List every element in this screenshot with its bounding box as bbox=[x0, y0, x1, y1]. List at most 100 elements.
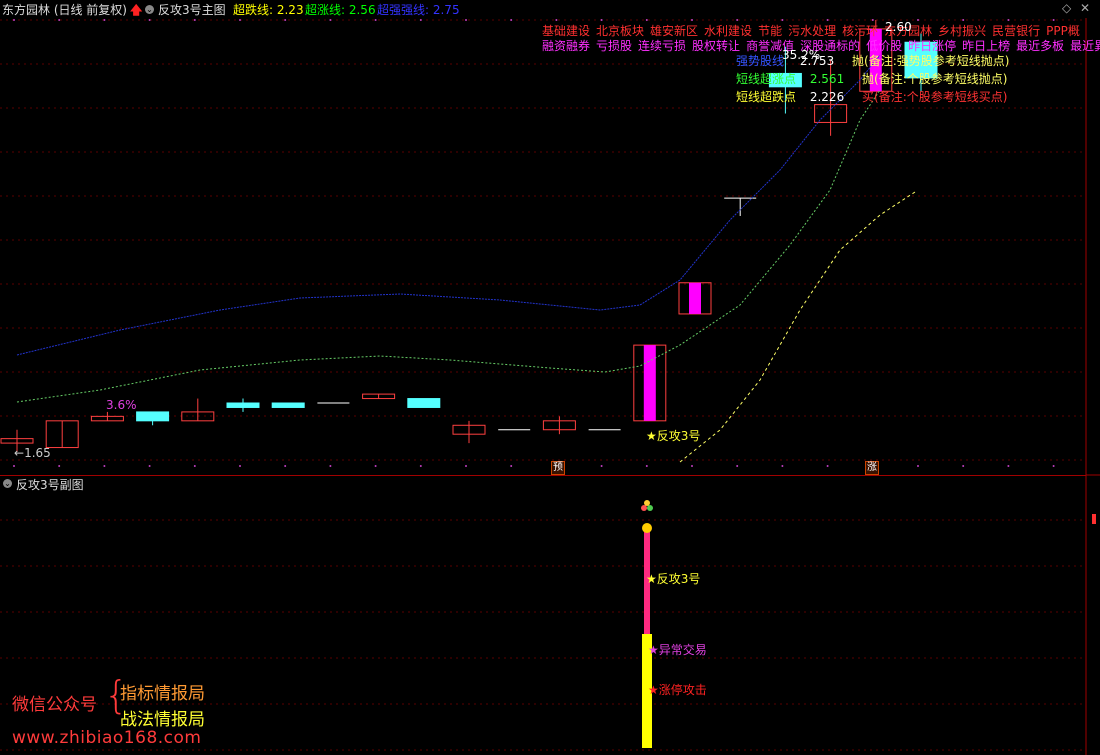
sub-panel-title[interactable]: 反攻3号副图 bbox=[16, 476, 84, 493]
top-dot bbox=[871, 19, 874, 21]
bottom-dot bbox=[826, 465, 829, 467]
watermark-wechat: 微信公众号 bbox=[12, 695, 97, 715]
candle-body bbox=[136, 411, 170, 422]
candle-body bbox=[407, 398, 441, 408]
top-dot bbox=[13, 19, 15, 21]
top-dot bbox=[148, 19, 151, 21]
pin-zhang-marker[interactable]: 涨 bbox=[865, 461, 879, 475]
candle-highlight bbox=[643, 345, 656, 421]
top-dot bbox=[600, 19, 603, 21]
sub-chevron-icon[interactable]: ⌄ bbox=[3, 476, 12, 490]
top-dot bbox=[917, 19, 919, 21]
concept-tag[interactable]: 基础建设 bbox=[542, 24, 590, 38]
ma-yellow-line bbox=[679, 191, 916, 463]
bottom-dot bbox=[239, 465, 241, 467]
top-dot bbox=[691, 19, 693, 21]
watermark-line-2: 战法情报局 bbox=[120, 710, 205, 730]
concept-tag[interactable]: 低价股 bbox=[866, 39, 902, 53]
bottom-dot bbox=[58, 465, 61, 467]
legend-label: 短线超涨点 bbox=[736, 72, 797, 86]
pct-label-low: 3.6% bbox=[106, 398, 137, 412]
concept-tag[interactable]: PPP概 bbox=[1046, 24, 1080, 38]
panel-divider bbox=[0, 475, 1086, 476]
bottom-dot bbox=[691, 465, 693, 467]
concept-tag[interactable]: 昨日涨停 bbox=[908, 39, 956, 53]
top-dot bbox=[510, 19, 513, 21]
concept-tag[interactable]: 昨日上榜 bbox=[962, 39, 1010, 53]
coin-icon bbox=[642, 523, 652, 533]
bottom-dot bbox=[374, 465, 377, 467]
pin-yu-marker[interactable]: 预 bbox=[551, 461, 565, 475]
bottom-dot bbox=[1007, 465, 1010, 467]
sub-signal-1: ★反攻3号 bbox=[646, 572, 701, 586]
legend-value: 2.226 bbox=[809, 90, 845, 104]
sub-signal-3: ★涨停攻击 bbox=[648, 683, 707, 697]
top-dot bbox=[193, 19, 196, 21]
concept-tag[interactable]: 污水处理 bbox=[788, 24, 836, 38]
price-low-label: ←1.65 bbox=[14, 446, 51, 460]
bottom-dot bbox=[103, 465, 106, 467]
cluster-icon bbox=[641, 505, 647, 511]
top-dot bbox=[419, 19, 422, 21]
top-dot bbox=[736, 19, 739, 21]
concept-tag[interactable]: 节能 bbox=[758, 24, 782, 38]
candle-highlight bbox=[689, 282, 701, 314]
bottom-dot bbox=[419, 465, 422, 467]
concept-tag[interactable]: 北京板块 bbox=[596, 24, 644, 38]
bottom-dot bbox=[148, 465, 151, 467]
main-chart[interactable] bbox=[0, 0, 1100, 755]
watermark-url: www.zhibiao168.com bbox=[12, 728, 202, 748]
concept-tag[interactable]: 融资融券 bbox=[542, 39, 590, 53]
top-dot bbox=[555, 19, 558, 21]
cluster-icon bbox=[644, 500, 650, 506]
ma-green-line bbox=[16, 89, 881, 403]
concept-tag[interactable]: 股权转让 bbox=[692, 39, 740, 53]
legend-note: 买(备注:个股参考短线买点) bbox=[862, 90, 1008, 104]
pct-label-high: 35.2% bbox=[782, 48, 821, 62]
bottom-dot bbox=[645, 465, 648, 467]
concept-tag[interactable]: 亏损股 bbox=[596, 39, 632, 53]
scale-marker bbox=[1092, 514, 1096, 524]
concept-tag[interactable]: 连续亏损 bbox=[638, 39, 686, 53]
top-dot bbox=[781, 19, 784, 21]
bottom-dot bbox=[962, 465, 965, 467]
concept-tag[interactable]: 最近異 bbox=[1070, 39, 1100, 53]
top-dot bbox=[284, 19, 287, 21]
concept-tag[interactable]: 水利建设 bbox=[704, 24, 752, 38]
candle-body bbox=[226, 402, 260, 408]
signal-main-label: ★反攻3号 bbox=[646, 429, 701, 443]
candle-body bbox=[271, 402, 305, 408]
bottom-dot bbox=[781, 465, 784, 467]
top-dot bbox=[645, 19, 648, 21]
bottom-dot bbox=[736, 465, 739, 467]
legend-row-strong: 强势股线 2.753 抛(备注:强势股参考短线抛点) bbox=[736, 52, 1009, 69]
concept-tag[interactable]: 乡村振兴 bbox=[938, 24, 986, 38]
legend-row-oversold: 短线超跌点 2.226 买(备注:个股参考短线买点) bbox=[736, 88, 1007, 105]
bottom-dot bbox=[329, 465, 332, 467]
bottom-dot bbox=[284, 465, 287, 467]
legend-row-overbought: 短线超涨点 2.561 抛(备注:个股参考短线抛点) bbox=[736, 70, 1007, 87]
price-low-value: 1.65 bbox=[24, 446, 51, 460]
bottom-dot bbox=[1052, 465, 1055, 467]
legend-value: 2.561 bbox=[809, 72, 845, 86]
bottom-dot bbox=[465, 465, 467, 467]
bottom-dot bbox=[510, 465, 513, 467]
top-dot bbox=[1007, 19, 1010, 21]
sub-signal-2: ★异常交易 bbox=[648, 643, 707, 657]
concept-tag[interactable]: 雄安新区 bbox=[650, 24, 698, 38]
legend-note: 抛(备注:强势股参考短线抛点) bbox=[852, 54, 1010, 68]
concept-tag[interactable]: 最近多板 bbox=[1016, 39, 1064, 53]
concept-tag[interactable]: 核污环 bbox=[842, 24, 878, 38]
top-dot bbox=[465, 19, 467, 21]
legend-note: 抛(备注:个股参考短线抛点) bbox=[862, 72, 1008, 86]
concept-tag[interactable]: 民营银行 bbox=[992, 24, 1040, 38]
top-dot bbox=[329, 19, 332, 21]
bottom-dot bbox=[600, 465, 603, 467]
watermark-line-1: 指标情报局 bbox=[120, 684, 205, 704]
bottom-dot bbox=[13, 465, 15, 467]
legend-label: 短线超跌点 bbox=[736, 90, 797, 104]
top-dot bbox=[962, 19, 965, 21]
top-dot bbox=[103, 19, 106, 21]
bottom-dot bbox=[193, 465, 196, 467]
top-dot bbox=[58, 19, 61, 21]
